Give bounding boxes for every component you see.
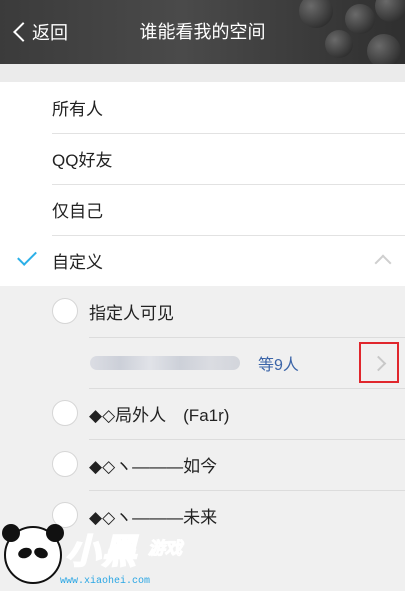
- option-only-me[interactable]: 仅自己: [0, 184, 405, 235]
- title-bar: 返回 谁能看我的空间: [0, 0, 405, 64]
- option-label: 仅自己: [52, 202, 103, 221]
- custom-options-panel: 指定人可见 等9人 ◆◇局外人 (Fa1r) ◆◇ヽ———如今 ◆◇ヽ———未来: [0, 286, 405, 591]
- chevron-right-icon: [370, 355, 387, 372]
- group-option[interactable]: ◆◇ヽ———如今: [0, 439, 405, 490]
- blurred-names: [90, 355, 240, 370]
- radio-button[interactable]: [52, 400, 78, 426]
- section-spacer: [0, 64, 405, 82]
- group-label: ◆◇ヽ———如今: [89, 457, 218, 476]
- radio-button[interactable]: [52, 451, 78, 477]
- group-label: ◆◇局外人 (Fa1r): [89, 406, 230, 425]
- people-count: 等9人: [258, 356, 299, 374]
- chevron-up-icon[interactable]: [374, 254, 392, 272]
- option-qq-friends[interactable]: QQ好友: [0, 133, 405, 184]
- group-option[interactable]: ◆◇局外人 (Fa1r): [0, 388, 405, 439]
- specified-people-row[interactable]: 等9人: [0, 337, 405, 388]
- radio-button[interactable]: [52, 502, 78, 528]
- group-option[interactable]: ◆◇ヽ———未来: [0, 490, 405, 541]
- option-label: 所有人: [52, 100, 103, 119]
- open-people-button[interactable]: [359, 342, 399, 383]
- option-label: 自定义: [52, 253, 103, 272]
- option-label: 指定人可见: [89, 304, 174, 323]
- option-label: QQ好友: [52, 151, 113, 170]
- option-custom[interactable]: 自定义: [0, 235, 405, 286]
- option-everyone[interactable]: 所有人: [0, 82, 405, 133]
- page-title: 谁能看我的空间: [139, 22, 266, 42]
- option-specified-visible[interactable]: 指定人可见: [0, 286, 405, 337]
- group-label: ◆◇ヽ———未来: [89, 508, 218, 527]
- radio-button[interactable]: [52, 298, 78, 324]
- visibility-options-list: 所有人 QQ好友 仅自己 自定义: [0, 82, 405, 286]
- checkmark-icon: [17, 246, 37, 266]
